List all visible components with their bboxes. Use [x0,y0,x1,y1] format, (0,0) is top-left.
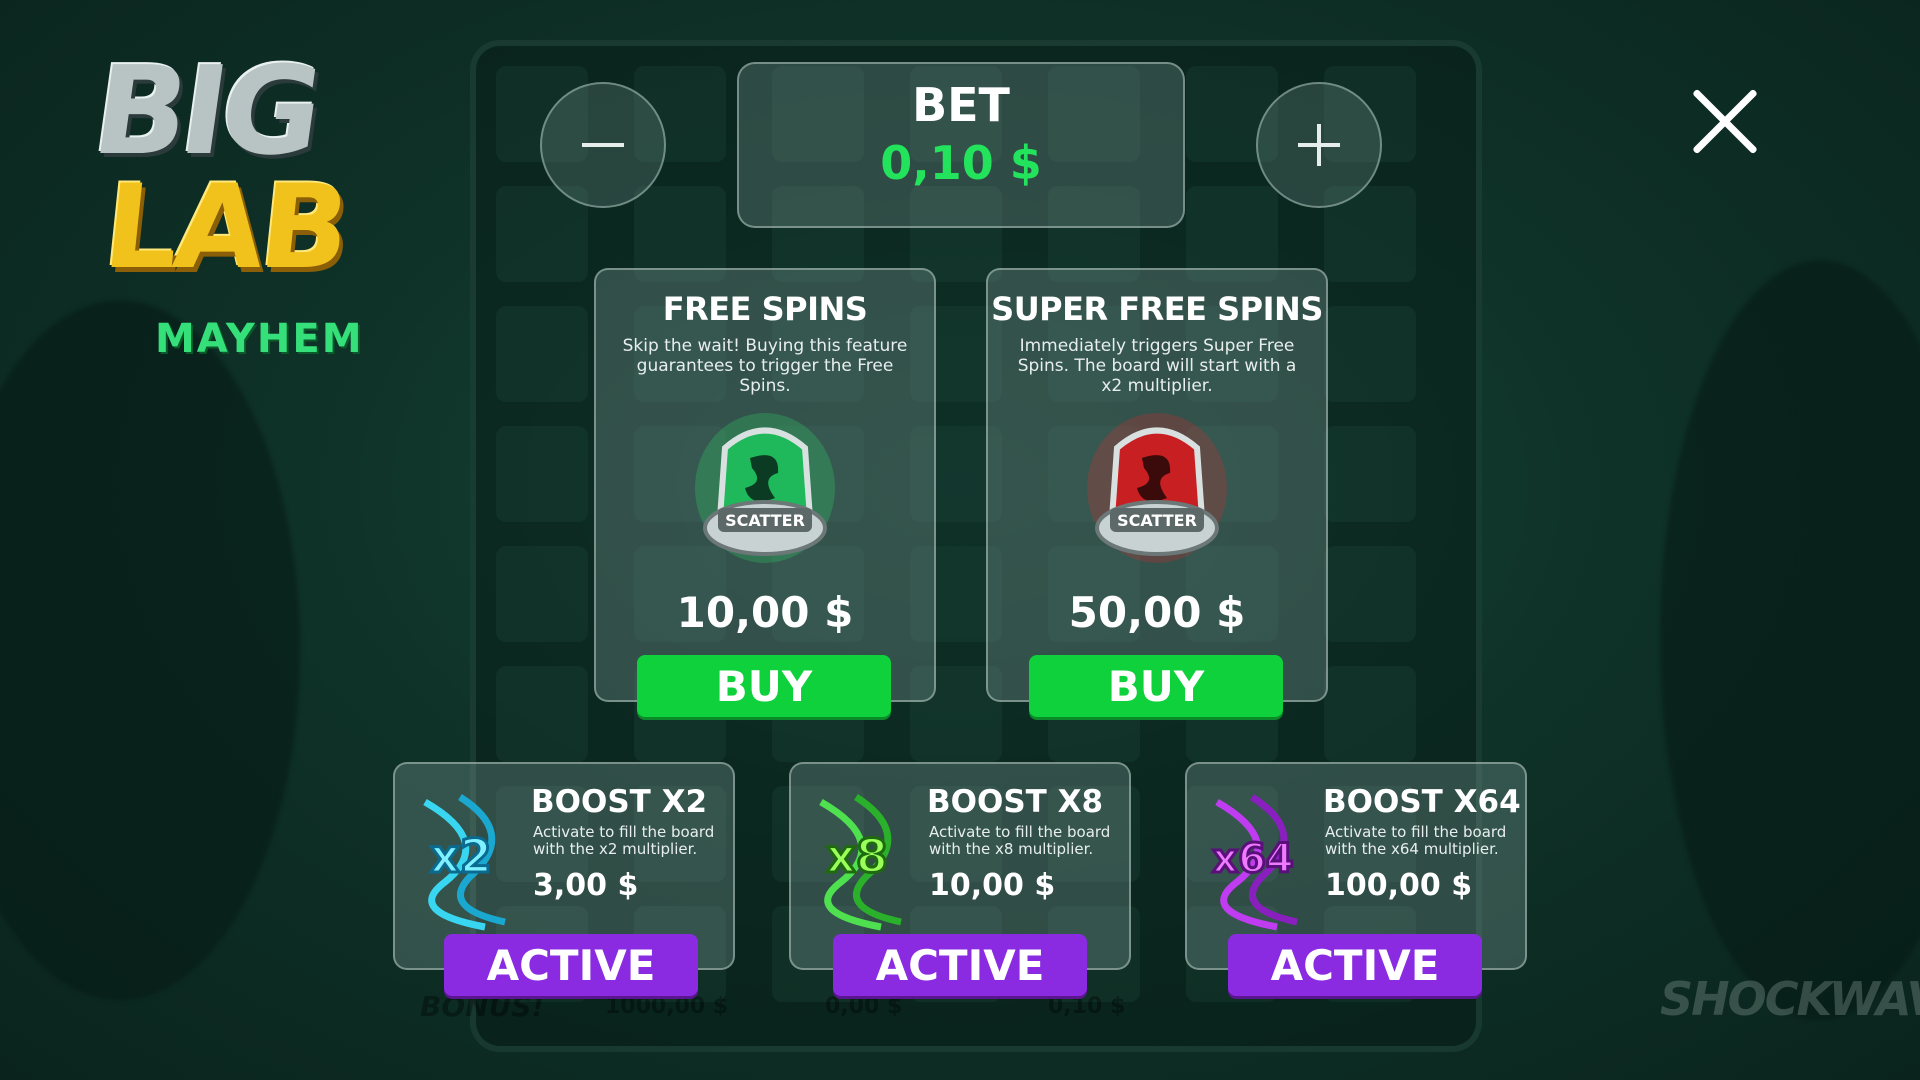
bet-label: BET [912,78,1010,132]
boost-x2-active-button[interactable]: ACTIVE [444,934,698,996]
background-reel-cell [1324,306,1416,402]
svg-text:x2: x2 [430,829,492,883]
dna-x2-icon: x2 [423,794,506,931]
background-reel-cell [496,666,588,762]
close-button[interactable] [1690,86,1760,156]
bg-balance-label: 1000,00 $ [605,994,729,1019]
background-reel-cell [496,306,588,402]
bet-value: 0,10 $ [880,136,1042,190]
bet-decrease-button[interactable] [540,82,666,208]
boost-x64-price: 100,00 $ [1325,868,1473,903]
svg-text:SCATTER: SCATTER [1117,511,1197,530]
boost-x8-active-button[interactable]: ACTIVE [833,934,1087,996]
boost-x8-title: BOOST X8 [927,784,1104,820]
brand-logo: SHOCKWAVE [1660,972,1920,1026]
bg-bet-label: 0,10 $ [1048,994,1126,1019]
free-spins-price: 10,00 $ [676,588,854,637]
boost-x64-description: Activate to fill the board with the x64 … [1325,823,1507,858]
bg-win-label: 0,00 $ [825,994,903,1019]
svg-text:SCATTER: SCATTER [725,511,805,530]
super-free-spins-price: 50,00 $ [1068,588,1246,637]
boost-x2-description: Activate to fill the board with the x2 m… [533,823,715,858]
background-reel-cell [496,546,588,642]
bet-increase-button[interactable] [1256,82,1382,208]
dna-x8-icon: x8 [819,794,902,931]
boost-x2-price: 3,00 $ [533,868,639,903]
logo-line-2: LAB [97,160,353,295]
background-reel-cell [1324,666,1416,762]
background-reel-cell [496,426,588,522]
boost-x8-price: 10,00 $ [929,868,1056,903]
background-silhouette-left [0,300,300,1000]
game-logo: BIG LAB MAYHEM [85,20,425,362]
super-free-spins-card: SUPER FREE SPINS Immediately triggers Su… [986,268,1328,702]
boost-x8-description: Activate to fill the board with the x8 m… [929,823,1111,858]
background-reel-cell [1324,546,1416,642]
free-spins-description: Skip the wait! Buying this feature guara… [622,336,908,396]
boost-x64-active-button[interactable]: ACTIVE [1228,934,1482,996]
super-free-spins-buy-button[interactable]: BUY [1029,655,1283,717]
background-silhouette-right [1660,260,1920,1020]
plus-icon [1298,124,1340,166]
super-free-spins-title: SUPER FREE SPINS [991,290,1323,328]
free-spins-card: FREE SPINS Skip the wait! Buying this fe… [594,268,936,702]
super-free-spins-description: Immediately triggers Super Free Spins. T… [1017,336,1297,396]
background-reel-cell [1324,426,1416,522]
bet-display: BET 0,10 $ [737,62,1185,228]
scatter-red-icon: SCATTER [1087,413,1227,563]
free-spins-buy-button[interactable]: BUY [637,655,891,717]
svg-text:x8: x8 [826,829,888,883]
boost-x2-title: BOOST X2 [531,784,708,820]
free-spins-title: FREE SPINS [662,290,868,328]
minus-icon [582,143,624,147]
scatter-green-icon: SCATTER [695,413,835,563]
logo-line-3: MAYHEM [155,316,364,362]
boost-x64-title: BOOST X64 [1323,784,1521,820]
dna-x64-icon: x64 [1211,794,1298,931]
svg-text:x64: x64 [1212,836,1293,882]
